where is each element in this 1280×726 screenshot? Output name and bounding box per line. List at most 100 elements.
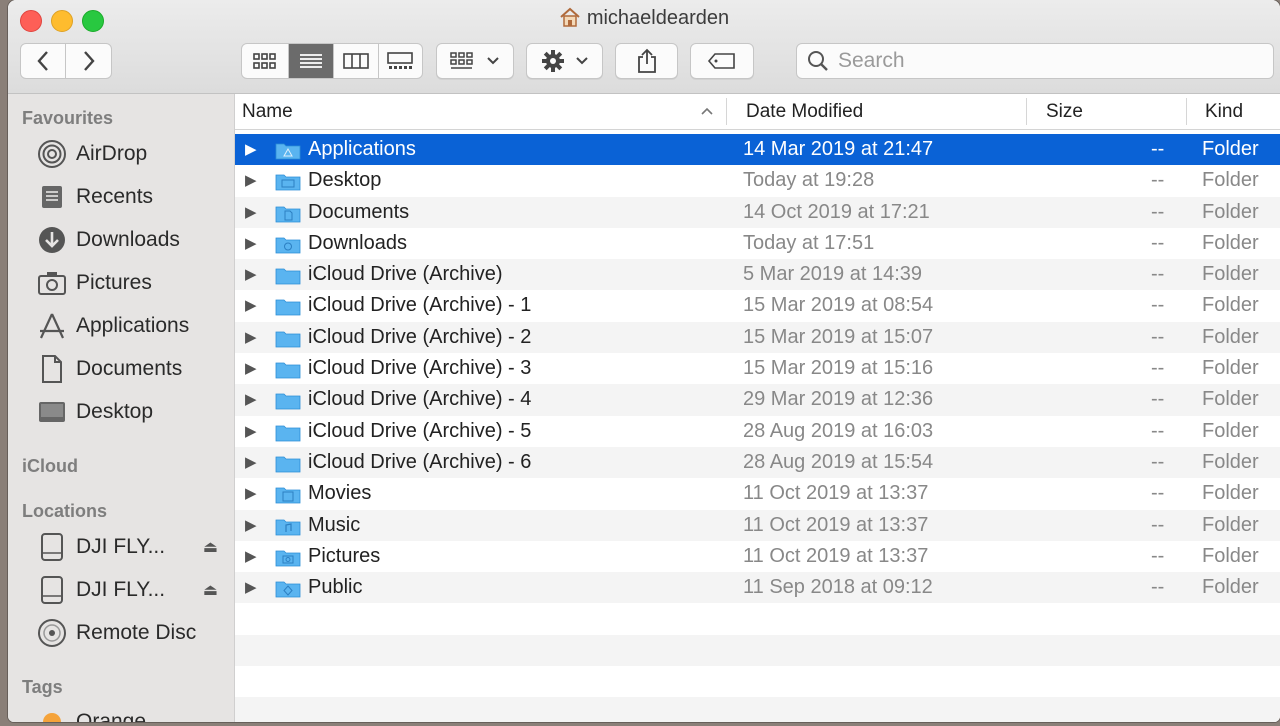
row-size: -- [1151, 200, 1165, 223]
table-row[interactable]: ▶ Documents 14 Oct 2019 at 17:21 -- Fold… [235, 196, 1280, 228]
column-divider[interactable] [1026, 98, 1027, 125]
row-kind: Folder [1202, 231, 1259, 254]
finder-window: michaeldearden Search Favourites AirDrop… [8, 0, 1280, 722]
disclosure-triangle-icon[interactable]: ▶ [245, 510, 257, 541]
table-row[interactable]: ▶ Movies 11 Oct 2019 at 13:37 -- Folder [235, 478, 1280, 509]
drive-icon [36, 532, 68, 562]
row-name: iCloud Drive (Archive) - 5 [308, 419, 532, 442]
sidebar-item-dji-fly-2[interactable]: DJI FLY... ⏏ [36, 572, 226, 608]
eject-icon[interactable]: ⏏ [203, 580, 218, 600]
column-header-size[interactable]: Size [1046, 94, 1083, 129]
disclosure-triangle-icon[interactable]: ▶ [245, 322, 257, 353]
table-row[interactable]: ▶ iCloud Drive (Archive) 5 Mar 2019 at 1… [235, 259, 1280, 291]
empty-row [235, 697, 1280, 722]
sidebar-item-label: DJI FLY... [76, 535, 166, 558]
sidebar: Favourites AirDrop Recents Downloads Pic… [8, 94, 235, 722]
airdrop-icon [36, 139, 68, 169]
column-divider[interactable] [726, 98, 727, 125]
table-row[interactable]: ▶ Desktop Today at 19:28 -- Folder [235, 165, 1280, 196]
disclosure-triangle-icon[interactable]: ▶ [245, 541, 257, 572]
icon-view-button[interactable] [242, 44, 290, 78]
disclosure-triangle-icon[interactable]: ▶ [245, 353, 257, 384]
folder-icon [275, 550, 301, 567]
sidebar-item-pictures[interactable]: Pictures [36, 265, 226, 301]
sort-chevron-up-icon [701, 107, 713, 115]
disclosure-triangle-icon[interactable]: ▶ [245, 259, 257, 290]
sidebar-item-desktop[interactable]: Desktop [36, 394, 226, 430]
table-row[interactable]: ▶ Downloads Today at 17:51 -- Folder [235, 228, 1280, 259]
column-view-button[interactable] [334, 44, 379, 78]
row-size: -- [1151, 231, 1165, 254]
forward-button[interactable] [66, 44, 111, 78]
disclosure-triangle-icon[interactable]: ▶ [245, 165, 257, 196]
list-view-button[interactable] [289, 44, 334, 78]
list-view-icon [300, 54, 323, 68]
row-date: Today at 17:51 [743, 231, 875, 254]
table-row[interactable]: ▶ iCloud Drive (Archive) - 3 15 Mar 2019… [235, 353, 1280, 384]
row-name: Movies [308, 482, 372, 505]
column-header-name[interactable]: Name [242, 94, 293, 129]
disclosure-triangle-icon[interactable]: ▶ [245, 197, 257, 228]
table-row[interactable]: ▶ iCloud Drive (Archive) - 4 29 Mar 2019… [235, 384, 1280, 416]
sidebar-item-label: AirDrop [76, 142, 148, 165]
table-row[interactable]: ▶ iCloud Drive (Archive) - 6 28 Aug 2019… [235, 446, 1280, 479]
search-input[interactable] [836, 48, 1260, 74]
folder-icon [275, 174, 301, 191]
sidebar-item-label: Recents [76, 185, 154, 208]
sidebar-item-remote-disc[interactable]: Remote Disc [36, 615, 226, 651]
disclosure-triangle-icon[interactable]: ▶ [245, 290, 257, 321]
gallery-view-button[interactable] [379, 44, 423, 78]
table-row[interactable]: ▶ Pictures 11 Oct 2019 at 13:37 -- Folde… [235, 541, 1280, 572]
sidebar-item-dji-fly-1[interactable]: DJI FLY... ⏏ [36, 529, 226, 565]
eject-icon[interactable]: ⏏ [203, 537, 218, 557]
row-size: -- [1151, 419, 1165, 442]
table-row[interactable]: ▶ iCloud Drive (Archive) - 5 28 Aug 2019… [235, 416, 1280, 447]
share-button[interactable] [615, 43, 678, 79]
row-date: 28 Aug 2019 at 15:54 [743, 450, 934, 473]
table-row[interactable]: ▶ iCloud Drive (Archive) - 1 15 Mar 2019… [235, 290, 1280, 321]
back-button[interactable] [21, 44, 66, 78]
table-row[interactable]: ▶ Public 11 Sep 2018 at 09:12 -- Folder [235, 572, 1280, 604]
sidebar-item-downloads[interactable]: Downloads [36, 222, 226, 258]
row-name: Applications [308, 138, 416, 160]
column-header-kind[interactable]: Kind [1205, 94, 1243, 129]
table-row[interactable]: ▶ Applications 14 Mar 2019 at 21:47 -- F… [235, 134, 1280, 166]
row-date: 15 Mar 2019 at 08:54 [743, 294, 934, 317]
sidebar-item-tag-orange[interactable]: Orange [36, 704, 226, 722]
disclosure-triangle-icon[interactable]: ▶ [245, 228, 257, 259]
sidebar-item-applications[interactable]: Applications [36, 308, 226, 344]
row-size: -- [1151, 544, 1165, 567]
share-icon [637, 48, 656, 73]
group-button[interactable] [436, 43, 514, 79]
sidebar-item-recents[interactable]: Recents [36, 179, 226, 215]
sidebar-item-documents[interactable]: Documents [36, 351, 226, 387]
disclosure-triangle-icon[interactable]: ▶ [245, 478, 257, 509]
disclosure-triangle-icon[interactable]: ▶ [245, 572, 257, 603]
row-size: -- [1151, 513, 1165, 536]
file-list: Name Date Modified Size Kind ▶ Applicati… [235, 94, 1280, 722]
column-header-date[interactable]: Date Modified [746, 94, 863, 129]
action-button[interactable] [526, 43, 603, 79]
row-kind: Folder [1202, 138, 1259, 160]
tag-button[interactable] [690, 43, 754, 79]
row-name: Downloads [308, 231, 407, 254]
search-field[interactable] [796, 43, 1274, 79]
table-row[interactable]: ▶ iCloud Drive (Archive) - 2 15 Mar 2019… [235, 321, 1280, 354]
disclosure-triangle-icon[interactable]: ▶ [245, 447, 257, 478]
disclosure-triangle-icon[interactable]: ▶ [245, 134, 257, 165]
row-kind: Folder [1202, 544, 1259, 567]
row-kind: Folder [1202, 294, 1259, 317]
disclosure-triangle-icon[interactable]: ▶ [245, 384, 257, 415]
column-divider[interactable] [1186, 98, 1187, 125]
folder-icon [275, 519, 301, 535]
row-kind: Folder [1202, 263, 1259, 286]
sidebar-item-airdrop[interactable]: AirDrop [36, 136, 226, 172]
folder-icon [275, 268, 301, 285]
folder-icon [275, 362, 301, 379]
disc-icon [36, 618, 68, 648]
disclosure-triangle-icon[interactable]: ▶ [245, 416, 257, 447]
table-row[interactable]: ▶ Music 11 Oct 2019 at 13:37 -- Folder [235, 509, 1280, 541]
row-size: -- [1151, 294, 1165, 317]
recents-icon [36, 182, 68, 212]
folder-icon [275, 237, 301, 254]
